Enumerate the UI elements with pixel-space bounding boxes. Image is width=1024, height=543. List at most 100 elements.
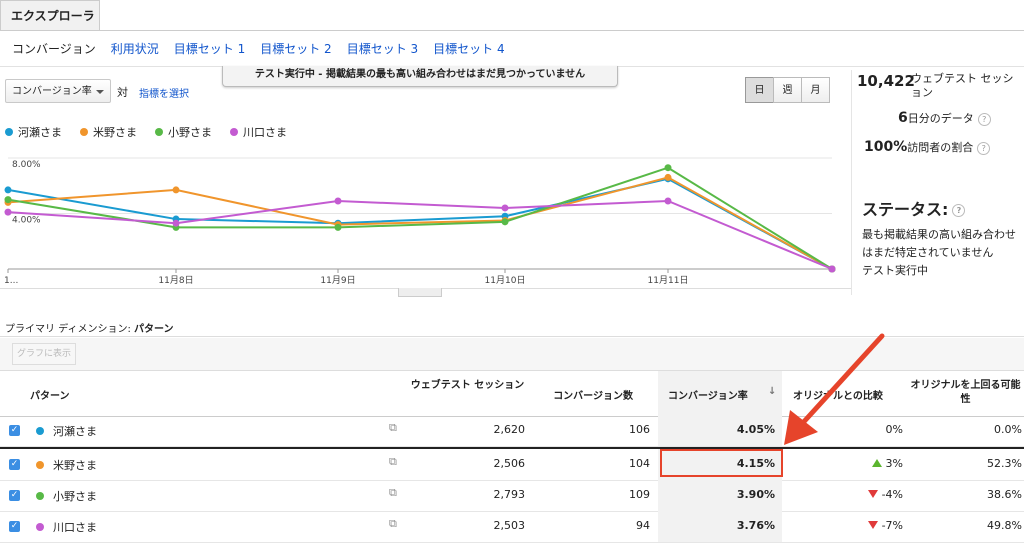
conv-rate-cell: 4.05% xyxy=(736,423,775,436)
select-metric-link[interactable]: 指標を選択 xyxy=(139,85,189,100)
sessions-label: ウェブテスト セッション xyxy=(911,72,1014,99)
data-point xyxy=(501,204,509,212)
legend-dot xyxy=(155,128,163,136)
header-conv-rate[interactable]: コンバージョン率 xyxy=(668,387,748,402)
subnav-usage[interactable]: 利用状況 xyxy=(111,40,159,57)
conv-rate-cell: 3.90% xyxy=(736,488,775,501)
primary-dimension-label: プライマリ ディメンション: xyxy=(5,324,131,335)
period-toggle: 日 週 月 xyxy=(745,77,830,103)
chart-resize-handle[interactable] xyxy=(398,288,442,297)
versus-label: 対 xyxy=(117,86,128,99)
series-dot xyxy=(36,427,44,435)
row-checkbox[interactable]: ✓ xyxy=(9,490,20,501)
data-point xyxy=(172,186,180,194)
subnav-goal-set-2[interactable]: 目標セット 2 xyxy=(260,40,331,57)
arrow-down-icon xyxy=(867,490,878,498)
period-week-button[interactable]: 週 xyxy=(773,77,802,103)
conv-rate-cell: 3.76% xyxy=(736,519,775,532)
status-heading: ステータス:? xyxy=(862,196,966,220)
arrow-down-icon xyxy=(867,521,878,529)
status-line: はまだ特定されていません xyxy=(862,246,994,259)
legend-item: 米野さま xyxy=(80,124,137,140)
days-value: 6 xyxy=(898,110,908,126)
legend-label: 小野さま xyxy=(168,126,212,139)
arrow-up-icon xyxy=(871,459,882,467)
period-day-button[interactable]: 日 xyxy=(745,77,774,103)
visitors-label: 訪問者の割合 xyxy=(907,141,974,154)
open-pattern-icon[interactable]: ⧉ xyxy=(389,421,397,435)
metric-dropdown-value: コンバージョン率 xyxy=(12,86,92,97)
tab-divider xyxy=(0,30,1024,31)
row-checkbox[interactable]: ✓ xyxy=(9,459,20,470)
status-line: テスト実行中 xyxy=(862,264,928,277)
chart-legend: 河瀬さま 米野さま 小野さま 川口さま xyxy=(5,124,287,140)
open-pattern-icon[interactable]: ⧉ xyxy=(389,486,397,500)
sub-navigation: コンバージョン 利用状況 目標セット 1 目標セット 2 目標セット 3 目標セ… xyxy=(12,40,505,57)
legend-label: 川口さま xyxy=(243,126,287,139)
table-row[interactable]: ✓ 川口さま ⧉ 2,503 94 3.76% -7% 49.8% xyxy=(0,511,1024,543)
pattern-name: 小野さま xyxy=(53,490,97,503)
legend-label: 米野さま xyxy=(93,126,137,139)
sessions-cell: 2,506 xyxy=(493,457,526,470)
data-point xyxy=(664,164,672,172)
subnav-conversion[interactable]: コンバージョン xyxy=(12,40,96,57)
series-dot xyxy=(36,492,44,500)
days-stat: 6日分のデータ? xyxy=(898,110,991,126)
x-tick-label: 11月9日 xyxy=(320,275,355,286)
header-pattern[interactable]: パターン xyxy=(30,387,70,402)
help-icon[interactable]: ? xyxy=(952,204,966,217)
probability-cell: 49.8% xyxy=(987,519,1022,532)
compare-cell: -7% xyxy=(800,519,903,532)
open-pattern-icon[interactable]: ⧉ xyxy=(389,455,397,469)
compare-cell: -4% xyxy=(800,488,903,501)
help-icon[interactable]: ? xyxy=(977,141,991,155)
row-checkbox[interactable]: ✓ xyxy=(9,425,20,436)
pattern-name: 米野さま xyxy=(53,459,97,472)
legend-label: 河瀬さま xyxy=(18,126,62,139)
chevron-down-icon xyxy=(96,90,104,94)
subnav-goal-set-1[interactable]: 目標セット 1 xyxy=(174,40,245,57)
open-pattern-icon[interactable]: ⧉ xyxy=(389,517,397,531)
data-point xyxy=(501,218,509,226)
plot-rows-button[interactable]: グラフに表示 xyxy=(12,343,76,365)
data-point xyxy=(4,186,12,194)
primary-dimension-value[interactable]: パターン xyxy=(134,324,174,335)
sessions-cell: 2,620 xyxy=(493,423,526,436)
legend-dot xyxy=(230,128,238,136)
status-line: 最も掲載結果の高い組み合わせ xyxy=(862,228,1016,241)
header-probability[interactable]: オリジナルを上回る可能性 xyxy=(907,379,1024,407)
compare-cell: 3% xyxy=(800,457,903,470)
header-sessions[interactable]: ウェブテスト セッション xyxy=(410,379,525,393)
table-row[interactable]: ✓ 小野さま ⧉ 2,793 109 3.90% -4% 38.6% xyxy=(0,480,1024,512)
conversions-cell: 104 xyxy=(629,457,650,470)
visitors-value: 100% xyxy=(864,139,908,155)
explorer-tab[interactable]: エクスプローラ xyxy=(0,0,100,30)
stats-divider xyxy=(851,70,852,295)
conversions-cell: 94 xyxy=(636,519,650,532)
probability-cell: 52.3% xyxy=(987,457,1022,470)
data-point xyxy=(828,265,836,273)
highlighted-conversion-rate xyxy=(660,449,783,477)
period-month-button[interactable]: 月 xyxy=(801,77,830,103)
x-tick-label: 11月11日 xyxy=(648,275,689,286)
legend-item: 小野さま xyxy=(155,124,212,140)
data-point xyxy=(664,173,672,181)
header-conversions[interactable]: コンバージョン数 xyxy=(538,387,633,402)
metric-dropdown[interactable]: コンバージョン率 xyxy=(5,79,111,103)
legend-item: 川口さま xyxy=(230,124,287,140)
subnav-goal-set-3[interactable]: 目標セット 3 xyxy=(347,40,418,57)
primary-dimension: プライマリ ディメンション: パターン xyxy=(5,320,174,335)
legend-item: 河瀬さま xyxy=(5,124,62,140)
status-title: ステータス: xyxy=(862,200,949,219)
help-icon[interactable]: ? xyxy=(977,112,991,126)
subnav-goal-set-4[interactable]: 目標セット 4 xyxy=(433,40,504,57)
pattern-name: 川口さま xyxy=(53,521,97,534)
conversions-cell: 109 xyxy=(629,488,650,501)
compare-value: -7% xyxy=(881,519,903,532)
compare-value: -4% xyxy=(881,488,903,501)
annotation-arrow xyxy=(784,333,885,445)
row-checkbox[interactable]: ✓ xyxy=(9,521,20,532)
status-text: 最も掲載結果の高い組み合わせ はまだ特定されていません テスト実行中 xyxy=(862,226,1024,280)
series-dot xyxy=(36,523,44,531)
y-tick-label: 4.00% xyxy=(12,216,41,226)
